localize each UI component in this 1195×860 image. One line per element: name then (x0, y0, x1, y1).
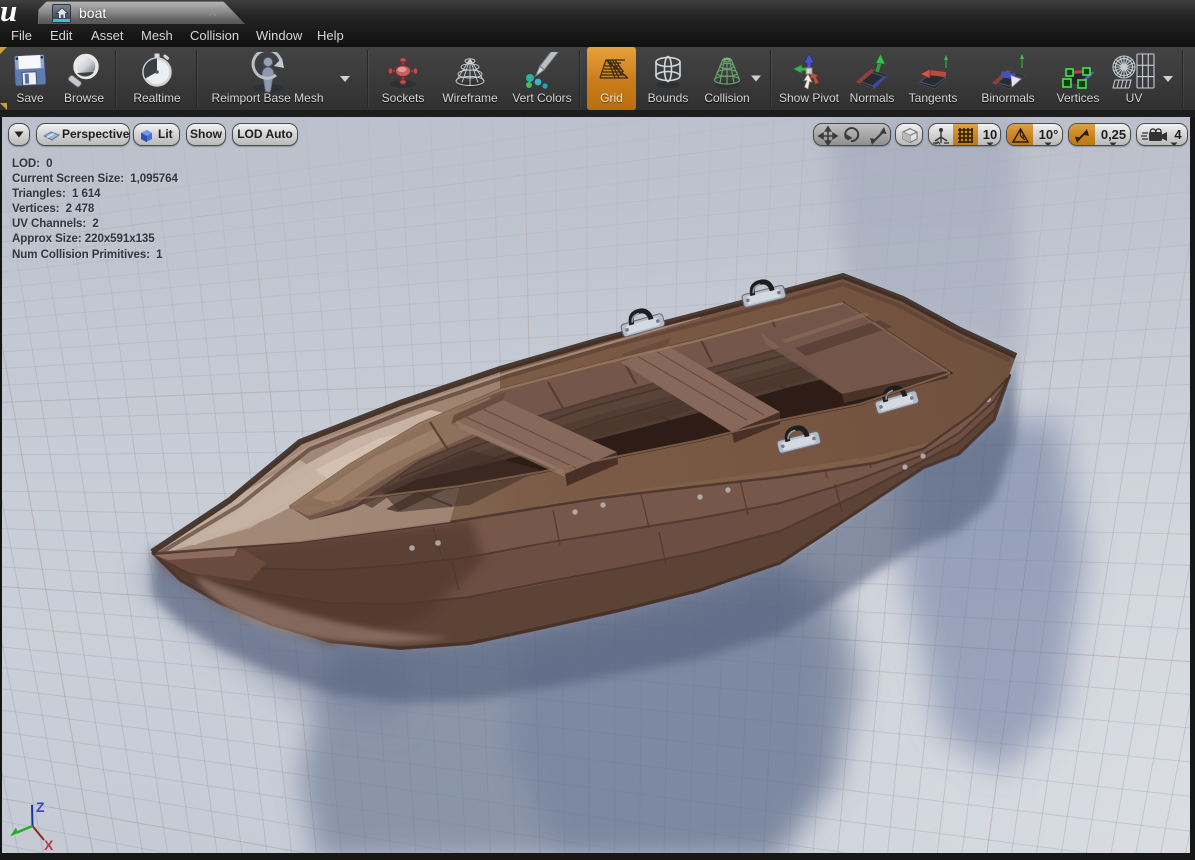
svg-text:Z: Z (36, 799, 45, 815)
svg-text:X: X (44, 837, 54, 853)
